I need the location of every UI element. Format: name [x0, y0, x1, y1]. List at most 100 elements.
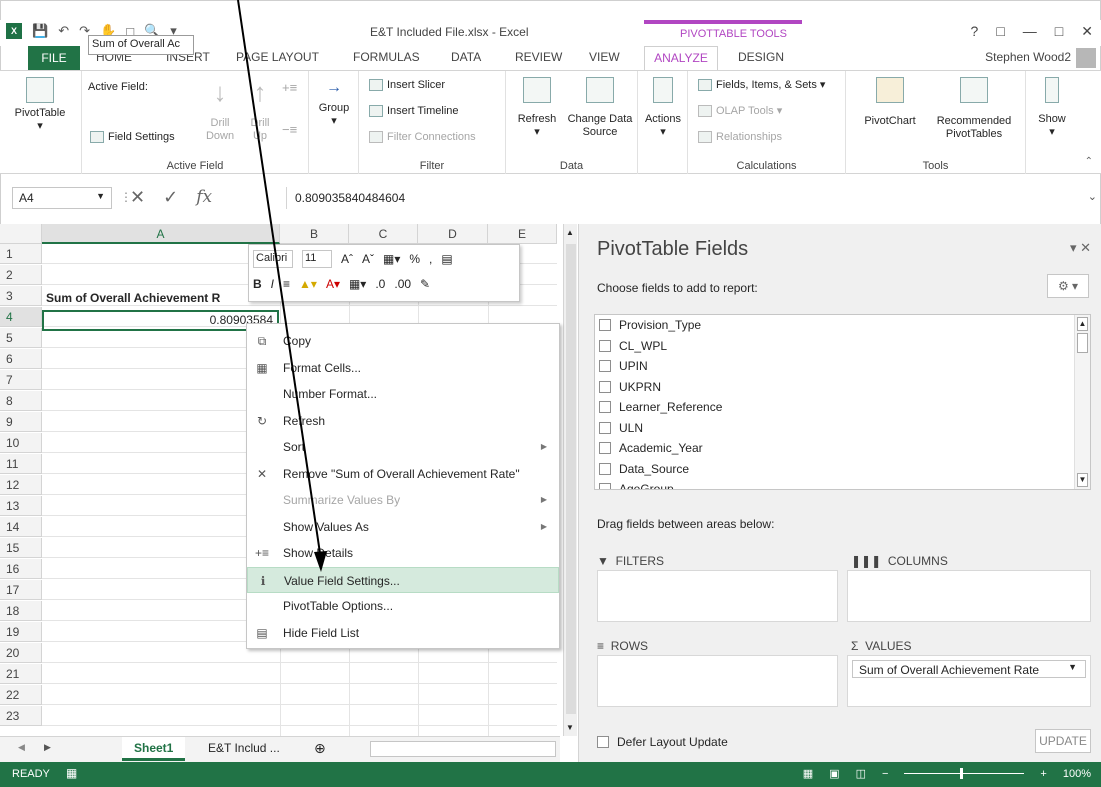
minimize-button[interactable]: —: [1023, 23, 1037, 40]
field-checkbox[interactable]: [599, 380, 611, 393]
column-header-b[interactable]: B: [280, 224, 349, 244]
field-checkbox[interactable]: [599, 442, 611, 455]
defer-layout-update[interactable]: Defer Layout Update: [597, 735, 728, 749]
column-header-d[interactable]: D: [418, 224, 488, 244]
row-header[interactable]: 3: [0, 286, 42, 306]
scroll-up-icon[interactable]: ▲: [566, 228, 574, 237]
row-header[interactable]: 15: [0, 538, 42, 558]
row-header[interactable]: 5: [0, 328, 42, 348]
formula-input[interactable]: 0.809035840484604: [286, 187, 1099, 209]
field-checkbox[interactable]: [599, 421, 611, 434]
row-header[interactable]: 12: [0, 475, 42, 495]
field-item[interactable]: Data_Source: [595, 459, 1090, 480]
active-field-input[interactable]: Sum of Overall Ac: [88, 35, 194, 55]
row-header[interactable]: 9: [0, 412, 42, 432]
row-header[interactable]: 8: [0, 391, 42, 411]
normal-view-icon[interactable]: ▦: [803, 767, 813, 780]
row-header[interactable]: 21: [0, 664, 42, 684]
increase-font-icon[interactable]: Aˆ: [341, 252, 353, 266]
tab-view[interactable]: VIEW: [589, 46, 620, 68]
relationships-button[interactable]: Relationships: [698, 131, 782, 144]
update-button[interactable]: UPDATE: [1035, 729, 1091, 753]
select-all-corner[interactable]: [0, 224, 42, 244]
zoom-level[interactable]: 100%: [1063, 768, 1091, 780]
menu-item[interactable]: ℹ Value Field Settings...: [247, 566, 559, 593]
vertical-scrollbar[interactable]: ▲ ▼: [563, 224, 577, 736]
scroll-down-icon[interactable]: ▼: [1077, 473, 1088, 487]
column-header-e[interactable]: E: [488, 224, 557, 244]
insert-slicer-button[interactable]: Insert Slicer: [369, 79, 445, 92]
recommended-pivottables-button[interactable]: Recommended PivotTables: [924, 77, 1024, 141]
row-header[interactable]: 22: [0, 685, 42, 705]
add-sheet-button[interactable]: ⊕: [302, 737, 338, 761]
borders-icon[interactable]: ▦▾: [349, 277, 366, 291]
menu-item[interactable]: ↻ Refresh: [247, 408, 559, 434]
fill-color-icon[interactable]: ▲▾: [299, 277, 317, 291]
font-size-box[interactable]: 11: [302, 250, 332, 268]
tab-analyze[interactable]: ANALYZE: [644, 46, 718, 71]
close-button[interactable]: ✕: [1081, 23, 1093, 40]
scroll-thumb[interactable]: [1077, 333, 1088, 353]
bold-icon[interactable]: B: [253, 277, 262, 291]
row-header[interactable]: 1: [0, 244, 42, 264]
zoom-in-icon[interactable]: +: [1040, 768, 1046, 780]
menu-item[interactable]: +≡ Show Details: [247, 540, 559, 566]
format-painter-icon[interactable]: ✎: [420, 277, 430, 291]
field-checkbox[interactable]: [599, 339, 611, 352]
scroll-down-icon[interactable]: ▼: [566, 723, 574, 732]
drill-up-button[interactable]: ↑ Drill Up: [242, 79, 278, 143]
insert-function-button[interactable]: fx: [196, 187, 212, 208]
expand-formula-bar-icon[interactable]: ⌄: [1088, 190, 1097, 203]
table-row[interactable]: [42, 706, 557, 726]
insert-timeline-button[interactable]: Insert Timeline: [369, 105, 459, 118]
horizontal-scrollbar[interactable]: [370, 741, 556, 757]
save-icon[interactable]: 💾: [32, 23, 48, 39]
group-button[interactable]: → Group ▾: [313, 80, 355, 128]
field-checkbox[interactable]: [599, 360, 611, 373]
change-data-source-button[interactable]: Change Data Source: [562, 77, 638, 139]
values-field-item[interactable]: Sum of Overall Achievement Rate ▼: [852, 660, 1086, 678]
undo-icon[interactable]: ↶: [58, 23, 69, 39]
scroll-up-icon[interactable]: ▲: [1077, 317, 1088, 331]
filter-connections-button[interactable]: Filter Connections: [369, 131, 476, 144]
menu-item[interactable]: ⧉ Copy: [247, 328, 559, 354]
italic-icon[interactable]: I: [271, 277, 274, 291]
row-header[interactable]: 17: [0, 580, 42, 600]
row-header[interactable]: 13: [0, 496, 42, 516]
collapse-ribbon-icon[interactable]: ⌃: [1085, 156, 1093, 167]
align-icon[interactable]: ≡: [283, 277, 290, 291]
rows-area[interactable]: [597, 655, 838, 707]
row-header[interactable]: 10: [0, 433, 42, 453]
name-box[interactable]: A4 ▼: [12, 187, 112, 209]
field-settings-button[interactable]: Field Settings: [90, 131, 175, 144]
format-table-icon[interactable]: ▤: [441, 252, 452, 266]
pane-close-icon[interactable]: ▾ ✕: [1070, 240, 1091, 256]
field-item[interactable]: ULN: [595, 418, 1090, 439]
tab-file[interactable]: FILE: [28, 46, 80, 70]
row-header[interactable]: 20: [0, 643, 42, 663]
menu-item[interactable]: ▤ Hide Field List: [247, 620, 559, 646]
row-header[interactable]: 14: [0, 517, 42, 537]
tab-review[interactable]: REVIEW: [515, 46, 562, 68]
row-header[interactable]: 6: [0, 349, 42, 369]
filters-area[interactable]: [597, 570, 838, 622]
prev-sheet-icon[interactable]: ◀: [18, 742, 25, 753]
page-break-view-icon[interactable]: ◫: [856, 767, 866, 780]
row-header[interactable]: 18: [0, 601, 42, 621]
maximize-button[interactable]: □: [1055, 23, 1063, 40]
font-name-box[interactable]: Calibri: [253, 250, 293, 268]
field-list-scrollbar[interactable]: ▲ ▼: [1074, 315, 1090, 489]
row-header[interactable]: 11: [0, 454, 42, 474]
menu-item[interactable]: Show Values As ▶: [247, 514, 559, 540]
row-header[interactable]: 4: [0, 307, 42, 327]
actions-button[interactable]: Actions ▾: [641, 77, 685, 139]
tab-data[interactable]: DATA: [451, 46, 481, 68]
menu-item[interactable]: PivotTable Options...: [247, 593, 559, 619]
account-name[interactable]: Stephen Wood2: [985, 50, 1071, 64]
row-header[interactable]: 7: [0, 370, 42, 390]
sheet-tab-sheet1[interactable]: Sheet1: [122, 737, 186, 761]
font-color-icon[interactable]: A▾: [326, 277, 340, 291]
tab-page-layout[interactable]: PAGE LAYOUT: [236, 46, 319, 68]
column-header-a[interactable]: A: [42, 224, 280, 244]
ribbon-display-button[interactable]: □: [996, 23, 1004, 40]
